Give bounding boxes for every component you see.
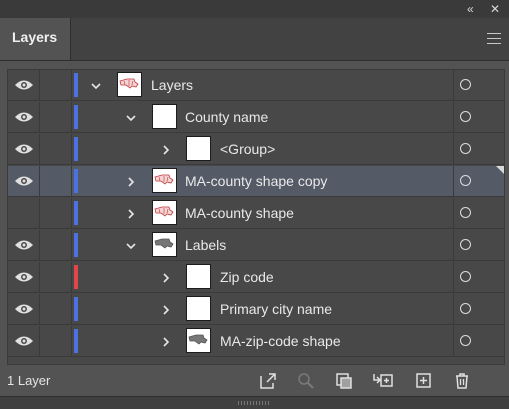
new-sublayer-icon[interactable] xyxy=(372,371,394,391)
chevron-down-icon[interactable] xyxy=(125,239,137,257)
chevron-right-icon[interactable] xyxy=(160,271,172,289)
lock-toggle[interactable] xyxy=(40,230,72,260)
layer-color-bar xyxy=(74,233,78,257)
layer-thumbnail xyxy=(152,104,177,129)
chevron-down-icon[interactable] xyxy=(90,79,102,97)
layer-color-bar xyxy=(74,169,78,193)
layer-name: MA-county shape xyxy=(185,205,294,221)
layer-row[interactable]: <Group> xyxy=(8,134,504,165)
export-icon[interactable] xyxy=(258,371,278,391)
collapse-panel-icon[interactable]: « xyxy=(467,1,474,17)
lock-toggle[interactable] xyxy=(40,70,72,100)
visibility-toggle[interactable] xyxy=(8,198,40,228)
delete-icon[interactable] xyxy=(452,371,472,391)
layer-thumbnail xyxy=(186,264,211,289)
chevron-right-icon[interactable] xyxy=(125,175,137,193)
layer-thumbnail xyxy=(186,136,211,161)
panel-footer: 1 Layer xyxy=(0,366,509,396)
lock-toggle[interactable] xyxy=(40,294,72,324)
layer-name: MA-county shape copy xyxy=(185,173,328,189)
tab-strip: Layers xyxy=(0,18,509,61)
eye-icon xyxy=(15,304,33,314)
tab-layers[interactable]: Layers xyxy=(0,18,71,60)
target-circle-icon[interactable] xyxy=(460,303,471,314)
chevron-right-icon[interactable] xyxy=(125,207,137,225)
layer-name: <Group> xyxy=(220,141,276,157)
lock-toggle[interactable] xyxy=(40,134,72,164)
layer-thumbnail xyxy=(186,296,211,321)
layer-row[interactable]: Zip code xyxy=(8,262,504,293)
lock-toggle[interactable] xyxy=(40,166,72,196)
eye-icon xyxy=(15,176,33,186)
lock-toggle[interactable] xyxy=(40,262,72,292)
target-circle-icon[interactable] xyxy=(460,175,471,186)
layer-count: 1 Layer xyxy=(7,373,51,388)
selection-indicator xyxy=(496,166,504,174)
layer-name: County name xyxy=(185,109,269,125)
layer-thumbnail xyxy=(186,328,211,353)
layer-row[interactable]: MA-county shape copy xyxy=(8,166,504,197)
chevron-right-icon[interactable] xyxy=(160,335,172,353)
visibility-toggle[interactable] xyxy=(8,166,40,196)
target-circle-icon[interactable] xyxy=(460,111,471,122)
layer-row[interactable]: County name xyxy=(8,102,504,133)
eye-icon xyxy=(15,272,33,282)
layer-name: Zip code xyxy=(220,269,274,285)
layers-list: Layers County name <Group> MA-county shape … xyxy=(7,69,505,365)
target-circle-icon[interactable] xyxy=(460,271,471,282)
visibility-toggle[interactable] xyxy=(8,262,40,292)
lock-toggle[interactable] xyxy=(40,198,72,228)
layer-color-bar xyxy=(74,105,78,129)
layer-color-bar xyxy=(74,201,78,225)
close-panel-icon[interactable]: ✕ xyxy=(490,1,500,17)
layer-row[interactable]: Labels xyxy=(8,230,504,261)
layer-row[interactable]: MA-zip-code shape xyxy=(8,326,504,357)
visibility-toggle[interactable] xyxy=(8,326,40,356)
target-circle-icon[interactable] xyxy=(460,335,471,346)
layer-row[interactable]: MA-county shape xyxy=(8,198,504,229)
visibility-toggle[interactable] xyxy=(8,102,40,132)
chevron-right-icon[interactable] xyxy=(160,303,172,321)
eye-icon xyxy=(15,240,33,250)
visibility-toggle[interactable] xyxy=(8,294,40,324)
target-circle-icon[interactable] xyxy=(460,239,471,250)
panel-top-bar: « ✕ xyxy=(0,0,509,18)
clipping-mask-icon[interactable] xyxy=(334,371,354,391)
layer-color-bar xyxy=(74,73,78,97)
eye-icon xyxy=(15,112,33,122)
eye-icon xyxy=(15,336,33,346)
layer-thumbnail xyxy=(117,72,142,97)
layer-thumbnail xyxy=(152,232,177,257)
eye-icon xyxy=(15,80,33,90)
new-layer-icon[interactable] xyxy=(414,371,434,391)
layer-color-bar xyxy=(74,265,78,289)
layer-thumbnail xyxy=(152,200,177,225)
layer-row[interactable]: Layers xyxy=(8,70,504,101)
layer-row[interactable]: Primary city name xyxy=(8,294,504,325)
target-circle-icon[interactable] xyxy=(460,79,471,90)
resize-grip[interactable] xyxy=(0,396,509,409)
locate-object-icon[interactable] xyxy=(296,371,316,391)
layer-color-bar xyxy=(74,329,78,353)
visibility-toggle[interactable] xyxy=(8,134,40,164)
eye-icon xyxy=(15,144,33,154)
target-circle-icon[interactable] xyxy=(460,143,471,154)
layer-name: Primary city name xyxy=(220,301,333,317)
layer-color-bar xyxy=(74,137,78,161)
lock-toggle[interactable] xyxy=(40,326,72,356)
lock-toggle[interactable] xyxy=(40,102,72,132)
chevron-down-icon[interactable] xyxy=(125,111,137,129)
layer-name: Labels xyxy=(185,237,227,253)
layer-name: Layers xyxy=(151,77,194,93)
hamburger-menu-icon[interactable] xyxy=(487,33,501,45)
target-circle-icon[interactable] xyxy=(460,207,471,218)
layer-thumbnail xyxy=(152,168,177,193)
visibility-toggle[interactable] xyxy=(8,230,40,260)
visibility-toggle[interactable] xyxy=(8,70,40,100)
layer-name: MA-zip-code shape xyxy=(220,333,341,349)
layer-color-bar xyxy=(74,297,78,321)
chevron-right-icon[interactable] xyxy=(160,143,172,161)
tab-layers-label: Layers xyxy=(12,29,58,45)
